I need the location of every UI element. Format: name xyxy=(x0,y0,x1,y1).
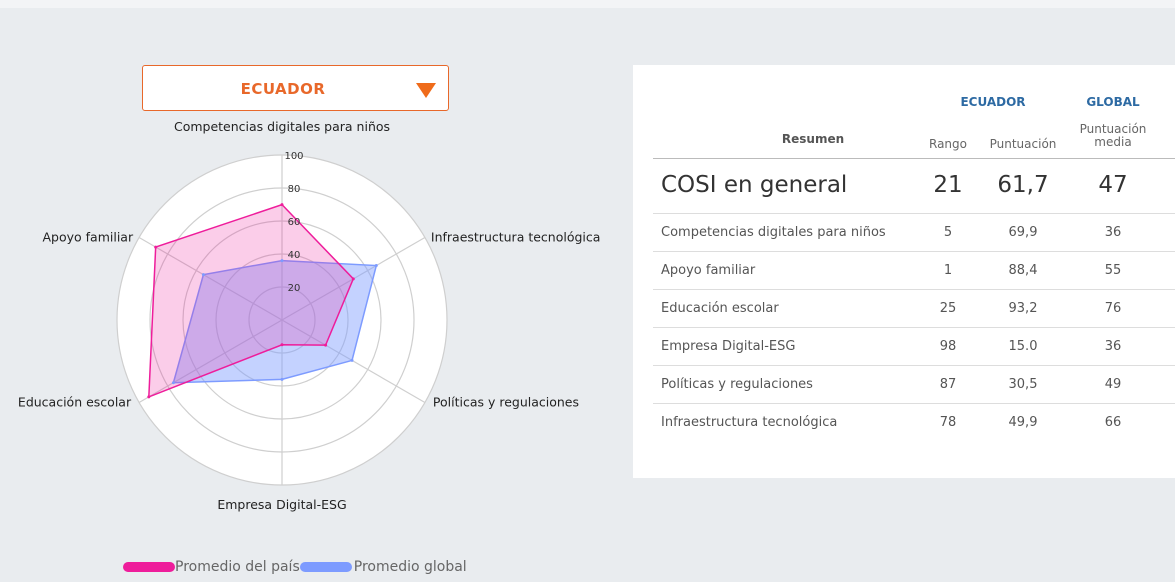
legend-item-global[interactable]: Promedio global xyxy=(299,559,467,575)
legend-swatch-country xyxy=(123,562,175,572)
row-score: 88,4 xyxy=(1008,263,1038,278)
table-row: Apoyo familiar 1 88,4 55 xyxy=(653,252,1175,290)
chart-legend: Promedio del país Promedio global xyxy=(123,556,467,578)
table-row: Competencias digitales para niños 5 69,9… xyxy=(653,214,1175,252)
row-global: 36 xyxy=(1104,339,1122,354)
row-name: Competencias digitales para niños xyxy=(661,225,886,240)
row-name: Infraestructura tecnológica xyxy=(661,415,838,430)
rank-column-header: Rango xyxy=(929,137,967,151)
row-name: Políticas y regulaciones xyxy=(661,377,813,392)
row-score: 69,9 xyxy=(1008,225,1038,240)
data-point xyxy=(350,358,354,362)
legend-label-country: Promedio del país xyxy=(175,559,300,575)
data-point xyxy=(351,277,355,281)
tick-label: 60 xyxy=(288,217,301,228)
row-global: 55 xyxy=(1104,263,1122,278)
summary-column-header: Resumen xyxy=(781,132,845,146)
row-global: 76 xyxy=(1104,301,1122,316)
axis-label: Competencias digitales para niños xyxy=(174,119,390,134)
axis-label: Infraestructura tecnológica xyxy=(431,230,600,245)
row-global: 47 xyxy=(1098,172,1128,198)
legend-item-country[interactable]: Promedio del país xyxy=(123,559,300,575)
row-score: 93,2 xyxy=(1008,301,1038,316)
tick-label: 100 xyxy=(284,151,303,162)
legend-swatch-global xyxy=(299,562,352,572)
row-score: 15.0 xyxy=(1008,339,1038,354)
row-rank: 87 xyxy=(939,377,957,392)
data-point xyxy=(374,264,378,268)
row-rank: 25 xyxy=(939,301,957,316)
row-rank: 78 xyxy=(939,415,957,430)
row-global: 36 xyxy=(1104,225,1122,240)
table-row: Empresa Digital-ESG 98 15.0 36 xyxy=(653,328,1175,366)
global-header: GLOBAL xyxy=(1086,95,1140,109)
tick-label: 40 xyxy=(288,250,301,261)
country-dropdown-value: ECUADOR xyxy=(240,80,326,98)
data-point xyxy=(147,395,151,399)
tick-label: 80 xyxy=(288,184,301,195)
data-point xyxy=(280,203,284,207)
axis-label: Políticas y regulaciones xyxy=(433,395,579,410)
axis-label: Apoyo familiar xyxy=(42,230,133,245)
data-point xyxy=(171,381,175,385)
row-name: Educación escolar xyxy=(661,301,779,316)
row-rank: 5 xyxy=(943,225,953,240)
row-name: Apoyo familiar xyxy=(661,263,756,278)
top-strip xyxy=(0,0,1175,8)
radar-chart: 20 40 60 80 100 Competencias digitales para n… xyxy=(18,119,600,512)
row-score: 30,5 xyxy=(1008,377,1038,392)
global-average-column-header: Puntuación media xyxy=(1079,122,1147,149)
table-row-overall: COSI en general 21 61,7 47 xyxy=(653,159,1175,214)
tick-label: 20 xyxy=(288,283,301,294)
summary-panel: ECUADOR GLOBAL Resumen Rango Puntuación … xyxy=(633,65,1175,478)
row-name: Empresa Digital-ESG xyxy=(661,339,796,354)
row-global: 49 xyxy=(1104,377,1122,392)
legend-label-global: Promedio global xyxy=(353,559,467,575)
table-row: Educación escolar 25 93,2 76 xyxy=(653,290,1175,328)
country-dropdown[interactable]: ECUADOR xyxy=(142,65,449,111)
chevron-down-icon[interactable] xyxy=(416,83,436,98)
axis-label: Empresa Digital-ESG xyxy=(217,497,346,512)
data-point xyxy=(154,245,158,249)
data-point xyxy=(324,343,328,347)
country-header: ECUADOR xyxy=(960,95,1026,109)
data-point xyxy=(280,343,284,347)
row-name: COSI en general xyxy=(661,172,848,198)
table-row: Políticas y regulaciones 87 30,5 49 xyxy=(653,366,1175,404)
row-rank: 98 xyxy=(939,339,957,354)
data-point xyxy=(280,259,284,263)
axis-label: Educación escolar xyxy=(18,395,132,410)
row-global: 66 xyxy=(1104,415,1122,430)
data-point xyxy=(280,377,284,381)
score-column-header: Puntuación xyxy=(989,137,1057,151)
row-rank: 21 xyxy=(933,172,963,198)
row-score: 49,9 xyxy=(1008,415,1038,430)
row-score: 61,7 xyxy=(997,172,1049,198)
data-point xyxy=(201,273,205,277)
table-row: Infraestructura tecnológica 78 49,9 66 xyxy=(653,404,1175,442)
row-rank: 1 xyxy=(943,263,953,278)
